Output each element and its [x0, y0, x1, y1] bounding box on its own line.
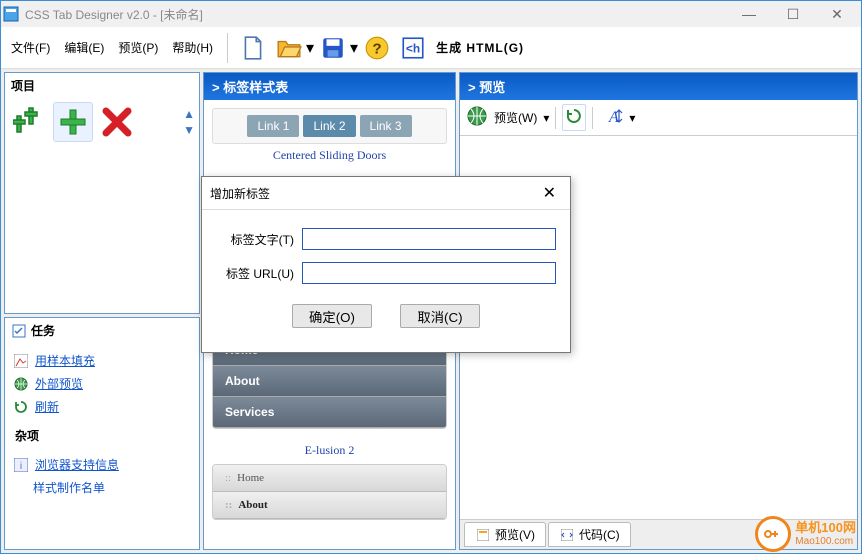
- style-preview-1[interactable]: Link 1 Link 2 Link 3 Centered Sliding Do…: [212, 108, 447, 163]
- svg-text:<h: <h: [406, 41, 420, 55]
- add-button[interactable]: [53, 102, 93, 142]
- move-up-icon[interactable]: ▲: [183, 107, 195, 121]
- project-header: 项目: [5, 73, 199, 98]
- style-preview-elusion2[interactable]: E-lusion 2 Home About: [212, 443, 447, 520]
- globe-icon: [13, 376, 29, 392]
- refresh-icon: [13, 399, 29, 415]
- new-file-button[interactable]: [236, 31, 270, 65]
- svg-text:i: i: [20, 461, 22, 472]
- move-down-icon[interactable]: ▼: [183, 123, 195, 137]
- minimize-button[interactable]: —: [727, 2, 771, 26]
- menubar: 文件(F) 编辑(E) 预览(P) 帮助(H) ▾ ▾ ? <h 生成 HTML…: [1, 27, 861, 69]
- menu-help[interactable]: 帮助(H): [166, 35, 219, 60]
- svg-text:?: ?: [372, 40, 381, 57]
- tasks-panel: 任务 用样本填充 外部预览 刷新: [4, 317, 200, 550]
- refresh-preview-button[interactable]: [562, 104, 586, 131]
- dialog-close-button[interactable]: ✕: [537, 183, 562, 203]
- app-icon: [3, 6, 19, 22]
- label-tab-url: 标签 URL(U): [216, 265, 302, 282]
- chevron-down-icon[interactable]: ▾: [543, 111, 549, 125]
- save-dropdown-arrow[interactable]: ▾: [350, 38, 358, 58]
- link3: Link 3: [360, 115, 412, 137]
- input-tab-url[interactable]: [302, 262, 556, 284]
- dialog-titlebar: 增加新标签 ✕: [202, 177, 570, 210]
- menu-file[interactable]: 文件(F): [5, 35, 56, 60]
- menu-preview[interactable]: 预览(P): [112, 35, 164, 60]
- help-button[interactable]: ?: [360, 31, 394, 65]
- chevron-down-icon-2[interactable]: ▾: [629, 111, 635, 125]
- task-external-preview[interactable]: 外部预览: [11, 372, 193, 395]
- text-size-button[interactable]: A: [599, 106, 623, 129]
- add-multi-button[interactable]: [9, 102, 49, 142]
- task-refresh[interactable]: 刷新: [11, 395, 193, 418]
- generate-html-button[interactable]: 生成 HTML(G): [436, 39, 524, 56]
- open-dropdown-arrow[interactable]: ▾: [306, 38, 314, 58]
- tasks-icon: [11, 323, 27, 339]
- window-title: CSS Tab Designer v2.0 - [未命名]: [25, 6, 203, 23]
- generate-html-icon[interactable]: <h: [396, 31, 430, 65]
- misc-style-authors[interactable]: 样式制作名单: [11, 476, 193, 499]
- ok-button[interactable]: 确定(O): [292, 304, 372, 328]
- open-file-button[interactable]: [272, 31, 306, 65]
- label-tab-text: 标签文字(T): [216, 231, 302, 248]
- preview-dropdown[interactable]: 预览(W): [494, 109, 537, 126]
- left-column: 项目 ▲ ▼: [4, 72, 200, 550]
- maximize-button[interactable]: ☐: [771, 2, 815, 26]
- fill-icon: [13, 353, 29, 369]
- task-fill-sample[interactable]: 用样本填充: [11, 349, 193, 372]
- tab-code[interactable]: 代码(C): [548, 522, 631, 547]
- dialog-title-text: 增加新标签: [210, 185, 270, 202]
- styles-header: > 标签样式表: [204, 73, 455, 100]
- misc-header: 杂项: [5, 424, 199, 447]
- link1: Link 1: [247, 115, 299, 137]
- titlebar: CSS Tab Designer v2.0 - [未命名] — ☐ ✕: [1, 1, 861, 27]
- code-tab-icon: [559, 527, 575, 543]
- project-panel: 项目 ▲ ▼: [4, 72, 200, 314]
- style-name-1: Centered Sliding Doors: [212, 148, 447, 163]
- delete-button[interactable]: [97, 102, 137, 142]
- preview-toolbar: 预览(W) ▾ A ▾: [460, 100, 857, 136]
- window-controls: — ☐ ✕: [727, 2, 859, 26]
- tab-preview[interactable]: 预览(V): [464, 522, 546, 547]
- save-button[interactable]: [316, 31, 350, 65]
- link2: Link 2: [303, 115, 355, 137]
- add-tab-dialog: 增加新标签 ✕ 标签文字(T) 标签 URL(U) 确定(O) 取消(C): [201, 176, 571, 353]
- preview-header: > 预览: [460, 73, 857, 100]
- cancel-button[interactable]: 取消(C): [400, 304, 480, 328]
- menu-edit[interactable]: 编辑(E): [58, 35, 110, 60]
- watermark-badge-icon: [755, 516, 791, 552]
- project-toolbar: ▲ ▼: [5, 98, 199, 146]
- info-icon: i: [13, 457, 29, 473]
- misc-browser-support[interactable]: i 浏览器支持信息: [11, 453, 193, 476]
- watermark: 单机100网 Mao100.com: [755, 516, 856, 552]
- preview-tab-icon: [475, 527, 491, 543]
- input-tab-text[interactable]: [302, 228, 556, 250]
- globe-preview-icon[interactable]: [466, 105, 488, 130]
- close-button[interactable]: ✕: [815, 2, 859, 26]
- tasks-header: 任务: [5, 318, 199, 343]
